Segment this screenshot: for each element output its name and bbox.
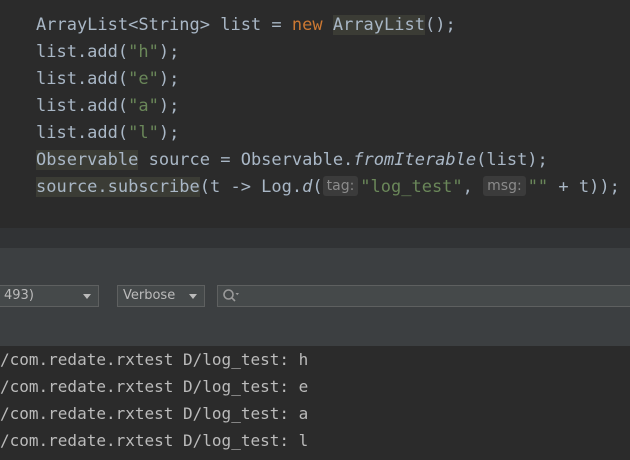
keyword-new: new (291, 15, 323, 35)
string-literal: "log_test" (360, 177, 463, 197)
string-literal: "e" (128, 69, 159, 89)
search-icon (222, 288, 240, 304)
class-name: Observable (36, 150, 139, 170)
code-text: (list); (476, 150, 548, 170)
code-text: ( (312, 177, 323, 197)
string-literal: "h" (128, 42, 159, 62)
parameter-hint-msg: msg: (483, 176, 526, 196)
code-text: list.add( (36, 42, 129, 62)
log-line: /com.redate.rxtest D/log_test: a (0, 404, 309, 423)
code-text: ArrayList<String> list = (36, 15, 292, 35)
code-line-7[interactable]: source.subscribe(t -> Log.d(tag: "log_tes… (36, 174, 620, 201)
code-text: ); (158, 96, 180, 116)
code-line-6[interactable]: Observable source = Observable.fromItera… (36, 147, 548, 174)
code-line-1[interactable]: ArrayList<String> list = new ArrayList()… (36, 12, 456, 39)
string-literal: "l" (128, 123, 159, 143)
code-text: list.add( (36, 69, 129, 89)
logcat-toolbar: 493) Verbose (0, 248, 630, 346)
code-text: + t)); (548, 177, 620, 197)
code-text: list.add( (36, 123, 129, 143)
static-method: fromIterable (353, 150, 477, 170)
code-text: , (462, 177, 484, 197)
chevron-down-icon (189, 294, 197, 299)
process-dropdown-value: 493) (4, 288, 34, 303)
code-text: source = Observable. (138, 150, 354, 170)
code-text: (); (424, 15, 456, 35)
code-text: ); (158, 123, 180, 143)
string-literal: "" (527, 177, 549, 197)
string-literal: "a" (128, 96, 159, 116)
code-line-5[interactable]: list.add("l"); (36, 120, 179, 147)
code-line-2[interactable]: list.add("h"); (36, 39, 179, 66)
process-dropdown[interactable]: 493) (0, 285, 99, 307)
log-line: /com.redate.rxtest D/log_test: h (0, 350, 309, 369)
code-text: (t -> Log. (199, 177, 303, 197)
log-level-value: Verbose (123, 288, 176, 303)
logcat-search-input[interactable] (217, 285, 630, 307)
log-line: /com.redate.rxtest D/log_test: e (0, 377, 309, 396)
code-line-3[interactable]: list.add("e"); (36, 66, 179, 93)
static-method: d (302, 177, 313, 197)
code-text: ); (158, 69, 180, 89)
logcat-output[interactable]: /com.redate.rxtest D/log_test: h /com.re… (0, 346, 630, 460)
log-line: /com.redate.rxtest D/log_test: l (0, 431, 309, 450)
code-text: list.add( (36, 96, 129, 116)
chevron-down-icon (83, 294, 91, 299)
code-text: ); (158, 42, 180, 62)
code-editor[interactable]: ArrayList<String> list = new ArrayList()… (0, 0, 630, 228)
code-line-4[interactable]: list.add("a"); (36, 93, 179, 120)
panel-divider (0, 228, 630, 248)
parameter-hint-tag: tag: (322, 176, 359, 196)
method-call: source.subscribe (36, 177, 200, 197)
class-name: ArrayList (332, 15, 425, 35)
log-level-dropdown[interactable]: Verbose (117, 285, 205, 307)
